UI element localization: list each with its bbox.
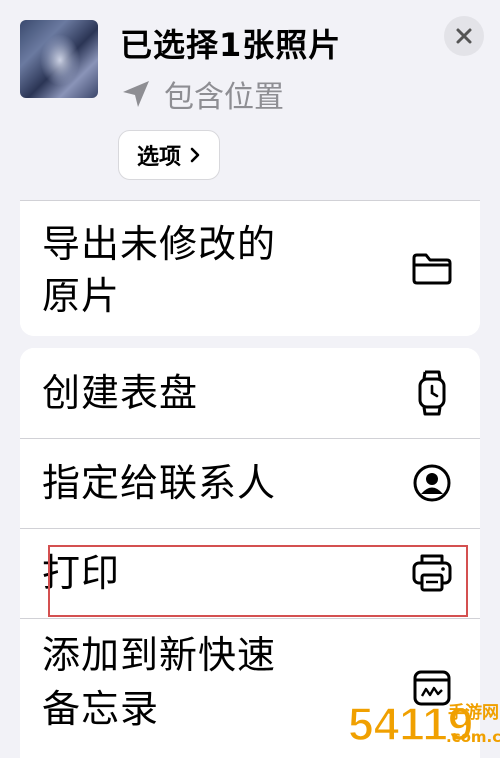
photo-thumbnail	[20, 20, 98, 98]
menu-item-label: 添加到新快速 备忘录	[42, 630, 276, 734]
options-label: 选项	[136, 145, 181, 170]
share-sheet-header: 已选择1张照片 包含位置 选项	[0, 0, 500, 200]
location-indicator: 包含位置	[120, 74, 284, 115]
printer-icon	[410, 551, 454, 595]
watermark-site: 手游网	[448, 702, 499, 723]
folder-icon	[410, 247, 454, 291]
menu-item-label: 指定给联系人	[42, 461, 277, 505]
selection-title: 已选择1张照片	[120, 26, 342, 64]
label-line-1: 导出未修改的	[42, 222, 277, 266]
label-line-2: 原片	[42, 274, 121, 318]
close-icon	[456, 28, 472, 44]
menu-item-label: 打印	[42, 551, 121, 595]
label-line-1: 添加到新快速	[42, 633, 277, 677]
menu-item-export-unmodified-original[interactable]: 导出未修改的 原片	[20, 201, 480, 336]
menu-item-assign-to-contact[interactable]: 指定给联系人	[20, 438, 480, 528]
watch-icon	[410, 370, 454, 416]
menu-group-export: 导出未修改的 原片	[20, 200, 480, 336]
contact-icon	[410, 461, 454, 505]
menu-item-create-watch-face[interactable]: 创建表盘	[20, 348, 480, 438]
label-line-2: 备忘录	[42, 687, 160, 731]
site-watermark-logo: 54119 手游网 .com.cn	[347, 697, 500, 751]
location-label: 包含位置	[164, 80, 284, 115]
chevron-right-icon	[190, 147, 200, 163]
menu-item-label: 导出未修改的 原片	[42, 219, 276, 321]
location-arrow-icon	[123, 81, 149, 107]
menu-item-print[interactable]: 打印	[20, 528, 480, 618]
watermark-domain: .com.cn	[446, 728, 500, 746]
options-button[interactable]: 选项	[118, 130, 220, 180]
close-button[interactable]	[444, 16, 484, 56]
menu-item-label: 创建表盘	[42, 371, 199, 415]
